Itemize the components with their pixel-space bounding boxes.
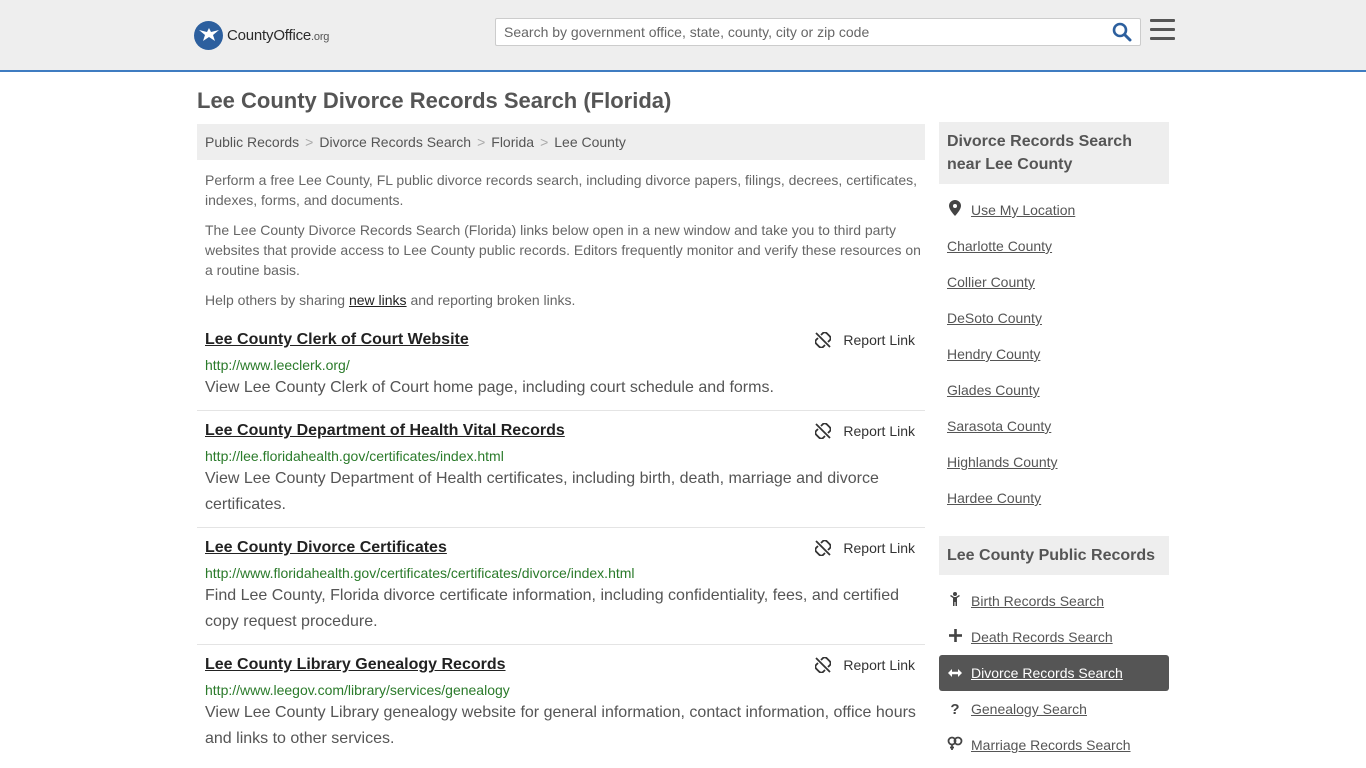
result-title-link[interactable]: Lee County Clerk of Court Website [205,331,469,349]
intro-share-text: Help others by sharing [205,292,349,308]
marriage-records-link[interactable]: Marriage Records Search [939,727,1169,763]
nearby-county-link[interactable]: Glades County [947,382,1040,398]
sidebar-public-records-heading: Lee County Public Records [939,536,1169,575]
breadcrumb-public-records[interactable]: Public Records [205,134,299,150]
breadcrumb-lee-county[interactable]: Lee County [554,134,626,150]
report-link-button[interactable]: Report Link [815,540,915,556]
report-link-button[interactable]: Report Link [815,657,915,673]
logo-brand: CountyOffice [227,26,312,44]
report-link-label: Report Link [843,332,915,348]
result-item: Lee County Department of Health Vital Re… [197,422,925,528]
result-item: Lee County Library Genealogy Records Rep… [197,656,925,768]
death-records-label: Death Records Search [971,629,1113,645]
report-link-label: Report Link [843,657,915,673]
marriage-records-label: Marriage Records Search [971,737,1131,753]
new-links-link[interactable]: new links [349,292,407,308]
breadcrumb-separator: > [540,134,549,150]
map-marker-icon [947,200,963,220]
intro-paragraph-3: Help others by sharing new links and rep… [205,290,921,310]
report-link-button[interactable]: Report Link [815,423,915,439]
page-title: Lee County Divorce Records Search (Flori… [197,88,672,113]
nearby-county-link[interactable]: DeSoto County [947,310,1042,326]
search-button[interactable] [1112,22,1134,44]
broken-link-icon [815,540,832,556]
result-description: Find Lee County, Florida divorce certifi… [205,587,899,630]
search-box [495,18,1141,46]
result-url: http://www.floridahealth.gov/certificate… [205,565,635,581]
search-icon [1112,22,1132,42]
death-records-link[interactable]: Death Records Search [939,619,1169,655]
breadcrumb-separator: > [477,134,486,150]
result-item: Lee County Clerk of Court Website Report… [197,331,925,411]
intro-paragraph-1: Perform a free Lee County, FL public div… [205,172,917,208]
birth-records-link[interactable]: Birth Records Search [939,583,1169,619]
result-description: View Lee County Library genealogy websit… [205,704,916,747]
breadcrumb-separator: > [305,134,314,150]
result-item: Lee County Divorce Certificates Report L… [197,539,925,645]
search-input[interactable] [496,19,1096,45]
result-url: http://lee.floridahealth.gov/certificate… [205,448,504,464]
plus-icon [947,628,963,646]
breadcrumb: Public Records > Divorce Records Search > Fl… [197,124,925,160]
use-my-location-link[interactable]: Use My Location [939,192,1169,228]
result-description: View Lee County Clerk of Court home page… [205,379,774,396]
nearby-county-link[interactable]: Sarasota County [947,418,1051,434]
result-description: View Lee County Department of Health cer… [205,470,879,513]
use-my-location-label: Use My Location [971,202,1076,218]
birth-records-label: Birth Records Search [971,593,1105,609]
site-header: CountyOffice.org [0,0,1366,72]
nearby-county-link[interactable]: Hendry County [947,346,1040,362]
broken-link-icon [815,423,832,439]
report-link-button[interactable]: Report Link [815,332,915,348]
result-title-link[interactable]: Lee County Library Genealogy Records [205,656,506,674]
nearby-county-link[interactable]: Charlotte County [947,238,1052,254]
nearby-county-link[interactable]: Highlands County [947,454,1058,470]
breadcrumb-divorce-records[interactable]: Divorce Records Search [319,134,471,150]
divorce-records-link[interactable]: Divorce Records Search [939,655,1169,691]
genealogy-search-link[interactable]: ? Genealogy Search [939,691,1169,727]
result-title-link[interactable]: Lee County Department of Health Vital Re… [205,422,565,440]
intro-report-text: and reporting broken links. [406,292,576,308]
intro-paragraph-2: The Lee County Divorce Records Search (F… [205,222,921,278]
hamburger-menu-icon[interactable] [1150,19,1175,41]
site-logo[interactable]: CountyOffice.org [194,20,329,50]
logo-suffix: .org [311,30,330,43]
report-link-label: Report Link [843,423,915,439]
sidebar-nearby-heading: Divorce Records Search near Lee County [939,122,1169,184]
broken-link-icon [815,332,832,348]
nearby-county-link[interactable]: Hardee County [947,490,1041,506]
result-url: http://www.leegov.com/library/services/g… [205,682,510,698]
logo-text: CountyOffice.org [227,27,329,44]
logo-eagle-icon [194,20,223,50]
divorce-records-label: Divorce Records Search [971,665,1123,681]
question-icon: ? [950,700,960,718]
marriage-icon [947,736,963,754]
result-title-link[interactable]: Lee County Divorce Certificates [205,539,447,557]
breadcrumb-florida[interactable]: Florida [491,134,534,150]
child-icon [947,592,963,610]
broken-link-icon [815,657,832,673]
report-link-label: Report Link [843,540,915,556]
genealogy-search-label: Genealogy Search [971,701,1087,717]
nearby-county-link[interactable]: Collier County [947,274,1035,290]
result-url: http://www.leeclerk.org/ [205,357,350,373]
arrows-horizontal-icon [947,665,963,682]
